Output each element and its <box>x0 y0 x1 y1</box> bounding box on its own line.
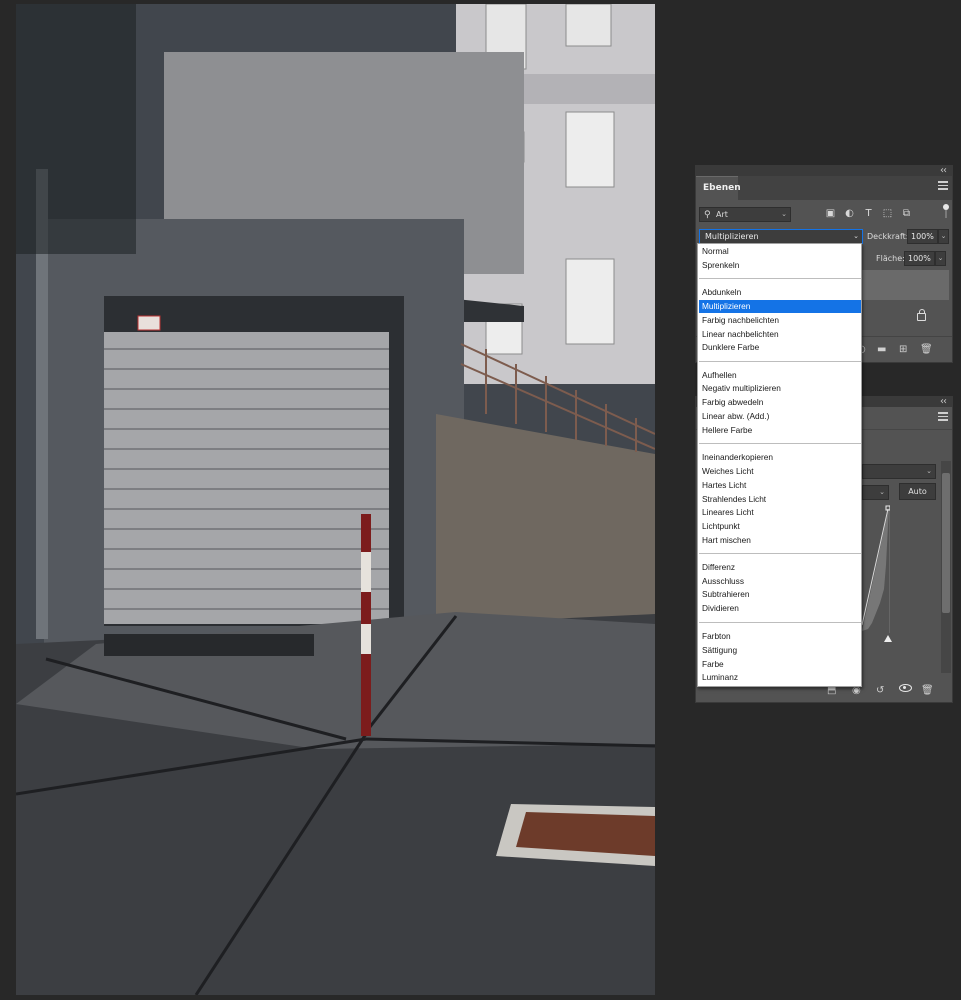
preset-select[interactable]: ⌄ <box>862 464 936 479</box>
smart-object-filter-icon[interactable]: ⧉ <box>900 207 913 220</box>
layer-filter-row: ⚲ Art ⌄ ▣ ◐ T ⬚ ⧉ <box>699 204 949 222</box>
reset-icon[interactable]: ↺ <box>876 685 884 696</box>
blend-option[interactable]: Ausschluss <box>699 575 861 588</box>
image-filter-icon[interactable]: ▣ <box>824 207 837 220</box>
blend-option[interactable]: Lichtpunkt <box>699 520 861 533</box>
blend-option-selected[interactable]: Multiplizieren <box>699 300 861 313</box>
fill-row: Fläche: 100% ⌄ <box>866 251 949 266</box>
panel-menu-icon[interactable] <box>938 412 948 421</box>
blend-mode-select[interactable]: Multiplizieren ⌄ <box>699 229 863 244</box>
auto-button[interactable]: Auto <box>899 483 936 500</box>
menu-separator <box>699 553 861 554</box>
blend-option[interactable]: Farbe <box>699 658 861 671</box>
type-filter-icon[interactable]: T <box>862 207 875 220</box>
blend-option[interactable]: Farbton <box>699 630 861 643</box>
shape-filter-icon[interactable]: ⬚ <box>881 207 894 220</box>
chevron-down-icon: ⌄ <box>781 210 787 218</box>
blend-option[interactable]: Normal <box>699 245 861 258</box>
blend-option[interactable]: Weiches Licht <box>699 465 861 478</box>
blend-option[interactable]: Hellere Farbe <box>699 424 861 437</box>
channel-select[interactable]: ⌄ <box>862 485 889 500</box>
blend-option[interactable]: Linear abw. (Add.) <box>699 410 861 423</box>
blend-option[interactable]: Hartes Licht <box>699 479 861 492</box>
fill-label: Fläche: <box>876 254 905 263</box>
blend-option[interactable]: Subtrahieren <box>699 588 861 601</box>
blend-option[interactable]: Strahlendes Licht <box>699 493 861 506</box>
blend-option[interactable]: Lineares Licht <box>699 506 861 519</box>
scroll-thumb[interactable] <box>942 473 950 613</box>
lock-icon[interactable] <box>917 309 926 321</box>
curves-graph[interactable] <box>862 505 890 633</box>
blend-option[interactable]: Farbig nachbelichten <box>699 314 861 327</box>
opacity-input[interactable]: 100% <box>907 229 938 244</box>
workspace: ‹‹ Ebenen ⚲ Art ⌄ ▣ ◐ T ⬚ ⧉ Multiplizier… <box>0 0 961 1000</box>
filter-toggle-stem <box>945 210 947 218</box>
blend-option[interactable]: Linear nachbelichten <box>699 328 861 341</box>
filter-icon-group: ▣ ◐ T ⬚ ⧉ <box>824 207 913 222</box>
blend-row: Multiplizieren ⌄ Deckkraft: 100% ⌄ <box>699 229 949 244</box>
scrollbar[interactable] <box>941 461 951 673</box>
collapse-icon[interactable]: ‹‹ <box>940 396 947 407</box>
opacity-chevron-icon[interactable]: ⌄ <box>938 229 949 244</box>
document-canvas[interactable] <box>16 4 655 995</box>
menu-separator <box>699 278 861 279</box>
tab-layers[interactable]: Ebenen <box>696 176 741 200</box>
fill-input[interactable]: 100% <box>904 251 935 266</box>
blend-option[interactable]: Sprenkeln <box>699 259 861 272</box>
blend-option[interactable]: Dividieren <box>699 602 861 615</box>
menu-separator <box>699 361 861 362</box>
blend-option[interactable]: Luminanz <box>699 671 861 684</box>
layer-filter-label: Art <box>716 210 728 219</box>
eye-icon[interactable] <box>899 684 912 692</box>
panel-menu-icon[interactable] <box>938 181 948 190</box>
layers-tab-bar: Ebenen <box>696 176 952 200</box>
fill-chevron-icon[interactable]: ⌄ <box>935 251 946 266</box>
blend-mode-value: Multiplizieren <box>705 232 759 241</box>
menu-separator <box>699 443 861 444</box>
blend-option[interactable]: Ineinanderkopieren <box>699 451 861 464</box>
blend-option[interactable]: Differenz <box>699 561 861 574</box>
panel-strip: ‹‹ <box>696 165 952 176</box>
collapse-icon[interactable]: ‹‹ <box>940 165 947 176</box>
layer-filter-select[interactable]: ⚲ Art ⌄ <box>699 207 791 222</box>
blend-option[interactable]: Sättigung <box>699 644 861 657</box>
filter-toggle-icon[interactable] <box>943 204 949 210</box>
adjustment-filter-icon[interactable]: ◐ <box>843 207 856 220</box>
blend-option[interactable]: Aufhellen <box>699 369 861 382</box>
blend-option[interactable]: Hart mischen <box>699 534 861 547</box>
trash-icon[interactable]: 🗑 <box>920 344 933 355</box>
menu-separator <box>699 622 861 623</box>
search-icon: ⚲ <box>704 210 711 220</box>
new-layer-icon[interactable]: ⊞ <box>899 344 907 355</box>
blend-mode-menu: Normal Sprenkeln Abdunkeln Multipliziere… <box>697 243 862 687</box>
blend-option[interactable]: Abdunkeln <box>699 286 861 299</box>
blend-option[interactable]: Negativ multiplizieren <box>699 382 861 395</box>
white-point-slider[interactable] <box>884 635 892 642</box>
chevron-down-icon: ⌄ <box>853 232 859 240</box>
blend-option[interactable]: Farbig abwedeln <box>699 396 861 409</box>
folder-icon[interactable]: ▬ <box>877 344 886 355</box>
opacity-label: Deckkraft: <box>867 232 909 241</box>
blend-option[interactable]: Dunklere Farbe <box>699 341 861 354</box>
trash-icon[interactable]: 🗑 <box>921 685 934 696</box>
